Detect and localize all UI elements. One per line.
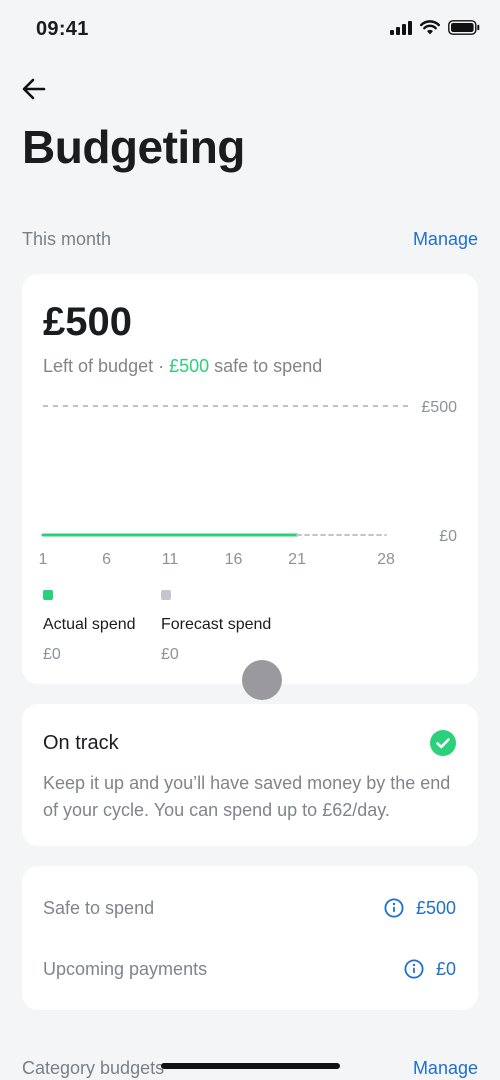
home-indicator bbox=[161, 1063, 340, 1069]
safe-amount-text: £500 bbox=[169, 356, 210, 376]
y-tick-label: £0 bbox=[439, 528, 457, 545]
legend-actual: Actual spend £0 bbox=[43, 590, 136, 664]
legend-forecast-name: Forecast spend bbox=[161, 616, 272, 633]
this-month-label: This month bbox=[22, 228, 112, 249]
legend-forecast-swatch bbox=[161, 590, 171, 600]
upcoming-payments-value: £0 bbox=[435, 958, 456, 979]
battery-icon bbox=[448, 20, 480, 35]
cellular-signal-icon bbox=[390, 20, 412, 35]
budget-left-amount: £500 bbox=[43, 300, 132, 344]
manage-budget-link[interactable]: Manage bbox=[413, 229, 478, 250]
x-tick-label: 28 bbox=[377, 551, 395, 568]
category-budgets-label: Category budgets bbox=[22, 1057, 165, 1078]
wifi-icon bbox=[420, 20, 440, 35]
safe-to-spend-text: safe to spend bbox=[209, 356, 323, 376]
safe-to-spend-value: £500 bbox=[415, 897, 456, 918]
page-title: Budgeting bbox=[22, 121, 245, 173]
left-of-budget-text: Left of budget · bbox=[43, 356, 170, 376]
budget-chart: £500£01 6 11 16 21 28 bbox=[39, 399, 458, 568]
status-bar: 09:41 bbox=[0, 0, 500, 60]
budget-subtitle: Left of budget · £500 safe to spend bbox=[43, 356, 322, 377]
status-icons bbox=[390, 20, 480, 35]
x-tick-label: 6 bbox=[102, 551, 111, 568]
safe-to-spend-row[interactable]: Safe to spend £500 bbox=[43, 893, 456, 923]
check-circle-icon bbox=[430, 730, 456, 756]
legend-actual-name: Actual spend bbox=[43, 616, 136, 633]
upcoming-payments-row[interactable]: Upcoming payments £0 bbox=[43, 954, 456, 984]
legend-actual-swatch bbox=[43, 590, 53, 600]
this-month-header: This month Manage bbox=[22, 224, 478, 254]
summary-card: Safe to spend £500 Upcoming payments £0 bbox=[22, 866, 478, 1010]
info-icon[interactable] bbox=[384, 898, 404, 918]
info-icon[interactable] bbox=[404, 959, 424, 979]
on-track-card: On track Keep it up and you’ll have save… bbox=[22, 704, 478, 846]
manage-categories-link[interactable]: Manage bbox=[413, 1058, 478, 1079]
touch-indicator bbox=[242, 660, 282, 700]
legend-actual-value: £0 bbox=[43, 646, 61, 663]
on-track-title: On track bbox=[43, 732, 119, 754]
x-tick-label: 21 bbox=[288, 551, 306, 568]
safe-to-spend-label: Safe to spend bbox=[43, 897, 155, 918]
status-time: 09:41 bbox=[36, 18, 89, 40]
upcoming-payments-label: Upcoming payments bbox=[43, 958, 208, 979]
back-arrow-icon bbox=[22, 78, 46, 100]
x-tick-label: 1 bbox=[39, 551, 48, 568]
y-tick-label: £500 bbox=[421, 399, 457, 416]
legend-forecast: Forecast spend £0 bbox=[161, 590, 271, 664]
back-button[interactable] bbox=[20, 74, 50, 104]
x-tick-label: 11 bbox=[162, 551, 179, 568]
on-track-description: Keep it up and you’ll have saved money b… bbox=[43, 773, 451, 820]
budget-card: £500 Left of budget · £500 safe to spend… bbox=[22, 274, 478, 684]
x-tick-label: 16 bbox=[225, 551, 243, 568]
